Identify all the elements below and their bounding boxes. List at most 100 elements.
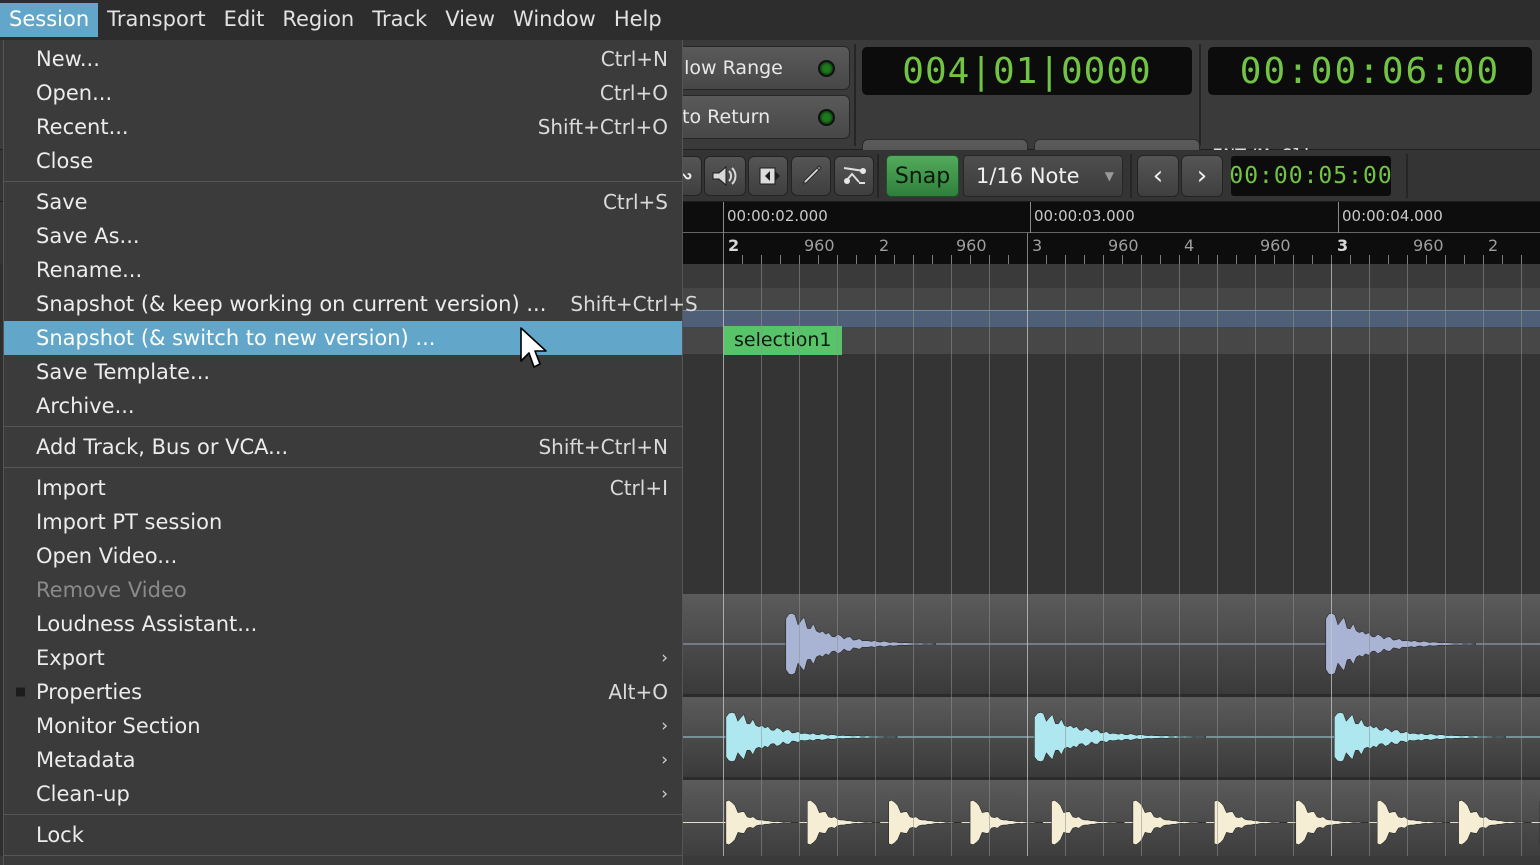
bbt-tick [1502, 255, 1503, 264]
menu-item-properties[interactable]: Properties Alt+O [4, 675, 682, 709]
edit-canvas[interactable]: selection1 [683, 264, 1540, 865]
menubar: Session Transport Edit Region Track View Windo… [0, 0, 1540, 40]
menubar-item-view[interactable]: View [436, 3, 504, 37]
menu-item-lock[interactable]: Lock [4, 818, 682, 852]
beat-gridline [875, 264, 876, 865]
menu-item-snapshot-keep-working-on-current-version[interactable]: Snapshot (& keep working on current vers… [4, 287, 698, 321]
timecode-tick [1338, 202, 1339, 233]
menu-item-save-template[interactable]: Save Template... [4, 355, 682, 389]
menu-item-export[interactable]: Export › [4, 641, 682, 675]
menu-item-label: Properties [36, 680, 143, 704]
bbt-tick [1445, 255, 1446, 264]
bbt-tick [1255, 255, 1256, 264]
range-marker-lane[interactable] [683, 288, 1540, 310]
snap-toggle-button[interactable]: Snap [886, 155, 959, 197]
bars-beats-ruler[interactable]: 2 960 2 960 3 960 4 960 3 960 2 [683, 233, 1540, 264]
menu-item-close[interactable]: Close [4, 144, 682, 178]
bbt-tick [894, 255, 895, 264]
menu-item-rename[interactable]: Rename... [4, 253, 682, 287]
menu-item-label: Open... [36, 81, 113, 105]
grid-unit-select[interactable]: 1/16 Note ▼ [963, 155, 1123, 197]
bbt-tick [1407, 255, 1408, 264]
bbt-tick [856, 255, 857, 264]
bar-gridline [1027, 264, 1028, 865]
bbt-tick [761, 255, 762, 264]
bbt-tick [1331, 255, 1332, 264]
waveform-transient [725, 712, 898, 762]
menubar-item-edit[interactable]: Edit [215, 3, 274, 37]
timecode-tick-label: 00:00:02.000 [727, 207, 828, 225]
menu-item-metadata[interactable]: Metadata › [4, 743, 682, 777]
nav-prev-button[interactable]: ‹ [1137, 155, 1179, 197]
bbt-tick [1027, 233, 1028, 264]
menubar-item-region[interactable]: Region [273, 3, 363, 37]
speaker-icon[interactable] [704, 156, 746, 196]
bbt-tick [951, 255, 952, 264]
menu-item-label: New... [36, 47, 100, 71]
menu-item-import[interactable]: Import Ctrl+I [4, 471, 682, 505]
menu-item-clean-up[interactable]: Clean-up › [4, 777, 682, 811]
beat-gridline [1483, 264, 1484, 865]
bbt-tick-label: 4 [1184, 236, 1195, 255]
menubar-item-transport[interactable]: Transport [98, 3, 215, 37]
primary-clock[interactable]: 004|01|0000 [862, 47, 1192, 95]
track-lane-2[interactable] [683, 697, 1540, 777]
grid-unit-label: 1/16 Note [976, 164, 1080, 188]
edit-automation-icon[interactable] [834, 156, 874, 196]
bbt-tick-label: 960 [1108, 236, 1139, 255]
menu-item-label: Remove Video [36, 578, 187, 602]
bbt-tick-label: 2 [879, 236, 890, 255]
menu-separator [4, 855, 682, 856]
waveform-transient [1051, 800, 1125, 845]
menu-item-new[interactable]: New... Ctrl+N [4, 42, 682, 76]
bbt-tick [780, 255, 781, 264]
menubar-item-track[interactable]: Track [363, 3, 436, 37]
session-menu-popup[interactable]: New... Ctrl+N Open... Ctrl+O Recent... Shift+… [3, 40, 698, 865]
menu-item-label: Monitor Section [36, 714, 201, 738]
menu-item-save-as[interactable]: Save As... [4, 219, 682, 253]
bbt-tick [1122, 255, 1123, 264]
menu-item-import-pt-session[interactable]: Import PT session [4, 505, 682, 539]
menu-item-accelerator: Shift+Ctrl+S [570, 292, 698, 316]
marker-lane[interactable] [683, 264, 1540, 288]
draw-pencil-icon[interactable] [791, 156, 831, 196]
menubar-item-help[interactable]: Help [605, 3, 671, 37]
menubar-item-session[interactable]: Session [0, 3, 99, 37]
menu-item-monitor-section[interactable]: Monitor Section › [4, 709, 682, 743]
menu-item-recent[interactable]: Recent... Shift+Ctrl+O [4, 110, 682, 144]
checkbox-icon [16, 687, 25, 697]
timecode-ruler[interactable]: 00:00:02.000 00:00:03.000 00:00:04.000 [683, 202, 1540, 233]
ardour-editor-window: Follow Range Auto Return 004|01|0000 ♩ =… [0, 0, 1540, 865]
edit-point-clock[interactable]: 00:00:05:00 [1229, 156, 1392, 196]
menu-item-quit[interactable]: QuitCtrl+Q [4, 859, 682, 865]
menu-item-accelerator: Alt+O [608, 680, 668, 704]
menu-item-snapshot-switch-to-new-version[interactable]: Snapshot (& switch to new version) ... [4, 321, 682, 355]
secondary-clock[interactable]: 00:00:06:00 [1208, 47, 1532, 95]
beat-gridline [1179, 264, 1180, 865]
bbt-tick [1350, 255, 1351, 264]
bbt-tick [818, 255, 819, 264]
bbt-tick [1084, 255, 1085, 264]
waveform [683, 800, 1540, 845]
track-lane-1[interactable] [683, 594, 1540, 694]
menu-item-open[interactable]: Open... Ctrl+O [4, 76, 682, 110]
beat-gridline [1065, 264, 1066, 865]
menu-item-label: Recent... [36, 115, 129, 139]
bar-gridline [1331, 264, 1332, 865]
menu-item-loudness-assistant[interactable]: Loudness Assistant... [4, 607, 682, 641]
solo-isolate-icon[interactable] [748, 156, 788, 196]
menu-item-archive[interactable]: Archive... [4, 389, 682, 423]
menu-item-add-track-bus-or-vca[interactable]: Add Track, Bus or VCA... Shift+Ctrl+N [4, 430, 682, 464]
chevron-right-icon: › [661, 750, 668, 770]
timecode-tick [723, 202, 724, 233]
bbt-tick [1160, 255, 1161, 264]
nav-next-button[interactable]: › [1181, 155, 1223, 197]
menu-item-remove-video: Remove Video [4, 573, 682, 607]
menubar-item-window[interactable]: Window [504, 3, 605, 37]
region-selection1[interactable]: selection1 [724, 326, 842, 355]
menu-item-accelerator: Shift+Ctrl+O [537, 115, 668, 139]
menu-item-open-video[interactable]: Open Video... [4, 539, 682, 573]
menu-item-save[interactable]: Save Ctrl+S [4, 185, 682, 219]
chevron-right-icon: › [661, 648, 668, 668]
track-lane-3[interactable] [683, 780, 1540, 865]
